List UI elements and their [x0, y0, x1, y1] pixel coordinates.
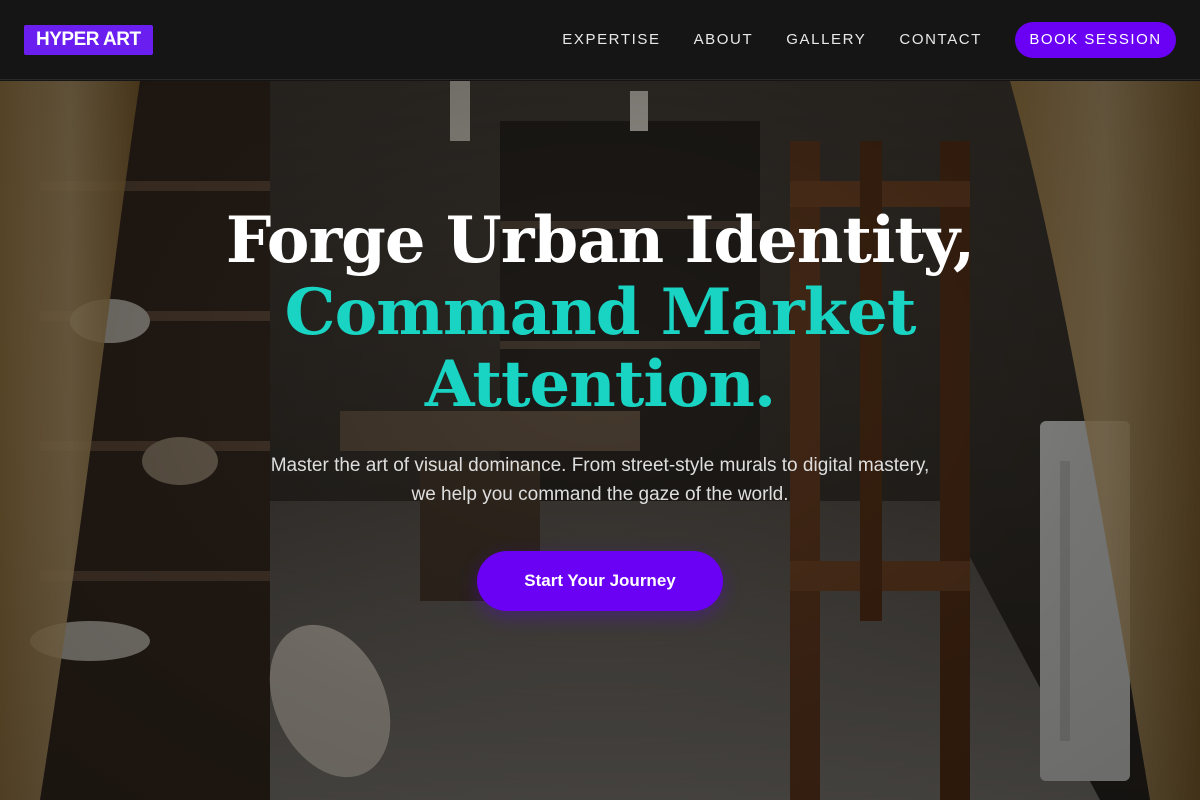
hero-subheading: Master the art of visual dominance. From… [270, 455, 930, 505]
book-session-button[interactable]: BOOK SESSION [1015, 21, 1176, 58]
start-journey-button[interactable]: Start Your Journey [477, 551, 723, 611]
hero-content: Forge Urban Identity, Command Market Att… [0, 81, 1200, 611]
hero-headline: Forge Urban Identity, Command Market Att… [0, 205, 1200, 421]
nav-link-about[interactable]: ABOUT [694, 31, 754, 48]
headline-line-2: Command Market [284, 275, 917, 350]
headline-line-3: Attention. [424, 347, 776, 422]
brand-logo[interactable]: HYPER ART [24, 24, 153, 55]
nav-link-contact[interactable]: CONTACT [899, 31, 982, 48]
nav-link-expertise[interactable]: EXPERTISE [562, 31, 660, 48]
main-nav: EXPERTISE ABOUT GALLERY CONTACT BOOK SES… [562, 21, 1176, 58]
nav-link-gallery[interactable]: GALLERY [786, 31, 866, 48]
headline-line-1: Forge Urban Identity, [225, 203, 975, 278]
site-header: HYPER ART EXPERTISE ABOUT GALLERY CONTAC… [0, 0, 1200, 80]
hero-section: Forge Urban Identity, Command Market Att… [0, 81, 1200, 800]
